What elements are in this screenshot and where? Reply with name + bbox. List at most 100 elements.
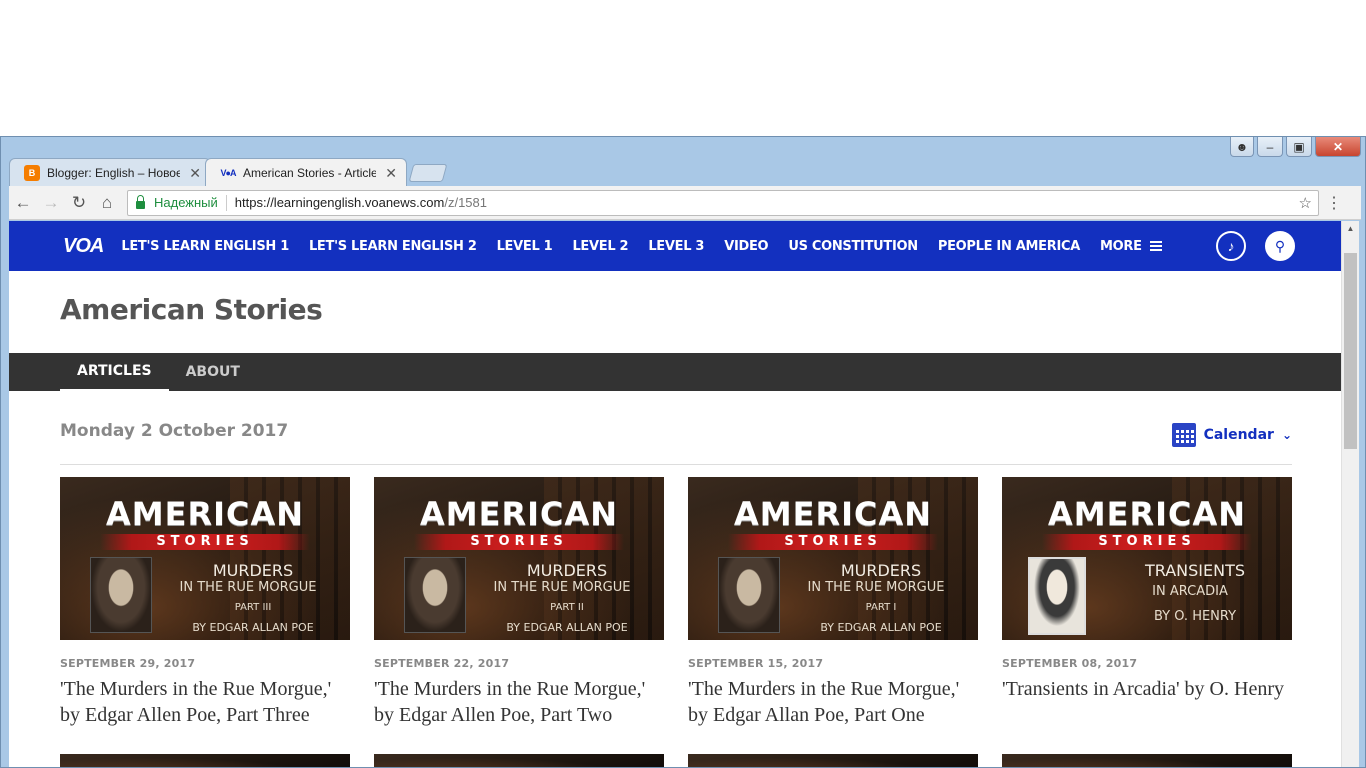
article-thumbnail[interactable] <box>688 754 978 767</box>
thumb-line-2: IN THE RUE MORGUE <box>807 580 945 595</box>
thumb-subbrand: STORIES <box>414 534 624 550</box>
browser-toolbar: ← → ↻ ⌂ Надежный https://learningenglish… <box>9 186 1361 220</box>
page-viewport: VOA LET'S LEARN ENGLISH 1 LET'S LEARN EN… <box>9 221 1341 767</box>
article-card[interactable] <box>374 754 664 767</box>
article-card[interactable] <box>688 754 978 767</box>
thumb-line-4: BY EDGAR ALLAN POE <box>192 621 314 634</box>
nav-video[interactable]: VIDEO <box>724 239 768 254</box>
article-title[interactable]: 'The Murders in the Rue Morgue,' by Edga… <box>374 676 664 728</box>
thumb-brand: AMERICAN <box>419 495 619 533</box>
home-icon[interactable]: ⌂ <box>93 189 121 217</box>
thumb-line-1: MURDERS <box>526 561 608 580</box>
thumb-brand: AMERICAN <box>105 495 305 533</box>
date-header: Monday 2 October 2017 Calendar ⌄ <box>60 421 1292 465</box>
tab-blogger[interactable]: B Blogger: English – Новое ✕ <box>9 158 211 186</box>
article-title[interactable]: 'Transients in Arcadia' by O. Henry <box>1002 676 1292 702</box>
article-card[interactable] <box>1002 754 1292 767</box>
thumb-line-4: BY EDGAR ALLAN POE <box>820 621 942 634</box>
article-thumbnail[interactable] <box>1002 754 1292 767</box>
address-bar[interactable]: Надежный https://learningenglish.voanews… <box>127 189 1319 216</box>
reload-icon[interactable]: ↻ <box>65 189 93 217</box>
article-title[interactable]: 'The Murders in the Rue Morgue,' by Edga… <box>60 676 350 728</box>
nav-level-2[interactable]: LEVEL 2 <box>572 239 628 254</box>
author-portrait <box>1028 557 1086 635</box>
vertical-scrollbar[interactable]: ▲ <box>1341 221 1359 767</box>
profile-icon[interactable]: ☻ <box>1230 137 1254 157</box>
window-controls: ☻ – ▣ ✕ <box>1230 137 1361 157</box>
article-card[interactable]: AMERICAN STORIES MURDERS IN THE RUE MORG… <box>688 477 978 728</box>
article-card[interactable] <box>60 754 350 767</box>
tab-strip: B Blogger: English – Новое ✕ V●A America… <box>9 156 448 186</box>
thumb-line-3: PART III <box>234 602 272 613</box>
thumb-line-3: PART I <box>865 602 897 613</box>
article-thumbnail[interactable]: AMERICAN STORIES MURDERS IN THE RUE MORG… <box>374 477 664 640</box>
maximize-button[interactable]: ▣ <box>1286 137 1312 157</box>
article-thumbnail[interactable]: AMERICAN STORIES TRANSIENTS IN ARCADIA B… <box>1002 477 1292 640</box>
audio-icon[interactable]: ♪ <box>1216 231 1246 261</box>
close-window-button[interactable]: ✕ <box>1315 137 1361 157</box>
divider <box>225 194 227 211</box>
url-path: /z/1581 <box>444 195 487 210</box>
search-icon[interactable]: ⚲ <box>1265 231 1295 261</box>
article-card[interactable]: AMERICAN STORIES MURDERS IN THE RUE MORG… <box>60 477 350 728</box>
forward-icon[interactable]: → <box>37 189 65 217</box>
tab-title: American Stories - Articles <box>243 165 376 180</box>
new-tab-button[interactable] <box>408 164 448 182</box>
nav-level-3[interactable]: LEVEL 3 <box>648 239 704 254</box>
minimize-button[interactable]: – <box>1257 137 1283 157</box>
url-host: https://learningenglish.voanews.com <box>234 195 445 210</box>
calendar-dropdown[interactable]: Calendar ⌄ <box>1171 423 1292 447</box>
thumb-subbrand: STORIES <box>1042 534 1252 550</box>
calendar-icon <box>1171 423 1196 447</box>
article-thumbnail[interactable]: AMERICAN STORIES MURDERS IN THE RUE MORG… <box>60 477 350 640</box>
section-subnav: ARTICLES ABOUT <box>9 353 1341 391</box>
lock-icon <box>136 194 145 209</box>
article-grid: AMERICAN STORIES MURDERS IN THE RUE MORG… <box>60 477 1292 767</box>
scrollbar-thumb[interactable] <box>1344 253 1357 449</box>
nav-lets-learn-english-1[interactable]: LET'S LEARN ENGLISH 1 <box>121 239 289 254</box>
nav-level-1[interactable]: LEVEL 1 <box>497 239 553 254</box>
thumb-brand: AMERICAN <box>1047 495 1247 533</box>
article-card[interactable]: AMERICAN STORIES TRANSIENTS IN ARCADIA B… <box>1002 477 1292 728</box>
thumb-line-2: IN THE RUE MORGUE <box>179 580 317 595</box>
thumb-subbrand: STORIES <box>728 534 938 550</box>
article-title[interactable]: 'The Murders in the Rue Morgue,' by Edga… <box>688 676 978 728</box>
nav-lets-learn-english-2[interactable]: LET'S LEARN ENGLISH 2 <box>309 239 477 254</box>
thumb-line-1: TRANSIENTS <box>1144 561 1246 580</box>
close-tab-icon[interactable]: ✕ <box>385 165 397 182</box>
thumb-line-1: MURDERS <box>840 561 922 580</box>
voa-logo[interactable]: VOA <box>63 235 104 258</box>
thumb-line-3: PART II <box>550 602 584 613</box>
nav-us-constitution[interactable]: US CONSTITUTION <box>788 239 918 254</box>
close-tab-icon[interactable]: ✕ <box>189 165 201 182</box>
thumb-line-4: BY EDGAR ALLAN POE <box>506 621 628 634</box>
tab-articles[interactable]: ARTICLES <box>60 353 169 391</box>
nav-more-label: MORE <box>1100 238 1142 254</box>
tab-title: Blogger: English – Новое <box>47 165 180 180</box>
article-card[interactable]: AMERICAN STORIES MURDERS IN THE RUE MORG… <box>374 477 664 728</box>
thumb-line-2: IN ARCADIA <box>1152 584 1228 599</box>
article-thumbnail[interactable] <box>60 754 350 767</box>
current-date: Monday 2 October 2017 <box>60 421 289 441</box>
hamburger-icon <box>1149 241 1162 251</box>
article-date: SEPTEMBER 22, 2017 <box>374 657 510 670</box>
nav-more[interactable]: MORE <box>1100 239 1162 254</box>
tab-about[interactable]: ABOUT <box>169 353 257 391</box>
site-nav: VOA LET'S LEARN ENGLISH 1 LET'S LEARN EN… <box>9 221 1341 271</box>
blogger-icon: B <box>24 164 40 181</box>
page-title: American Stories <box>60 293 323 326</box>
article-date: SEPTEMBER 15, 2017 <box>688 657 824 670</box>
secure-label: Надежный <box>154 195 218 210</box>
nav-people-in-america[interactable]: PEOPLE IN AMERICA <box>938 239 1080 254</box>
tab-american-stories[interactable]: V●A American Stories - Articles ✕ <box>205 158 407 186</box>
back-icon[interactable]: ← <box>9 189 37 217</box>
thumb-line-4: BY O. HENRY <box>1153 609 1237 624</box>
bookmark-star-icon[interactable]: ☆ <box>1299 194 1312 212</box>
article-thumbnail[interactable] <box>374 754 664 767</box>
scroll-up-icon[interactable]: ▲ <box>1342 221 1359 237</box>
chevron-down-icon: ⌄ <box>1281 428 1292 442</box>
article-date: SEPTEMBER 29, 2017 <box>60 657 196 670</box>
browser-menu-icon[interactable]: ⋮ <box>1319 193 1349 213</box>
article-thumbnail[interactable]: AMERICAN STORIES MURDERS IN THE RUE MORG… <box>688 477 978 640</box>
calendar-label: Calendar <box>1203 427 1274 443</box>
